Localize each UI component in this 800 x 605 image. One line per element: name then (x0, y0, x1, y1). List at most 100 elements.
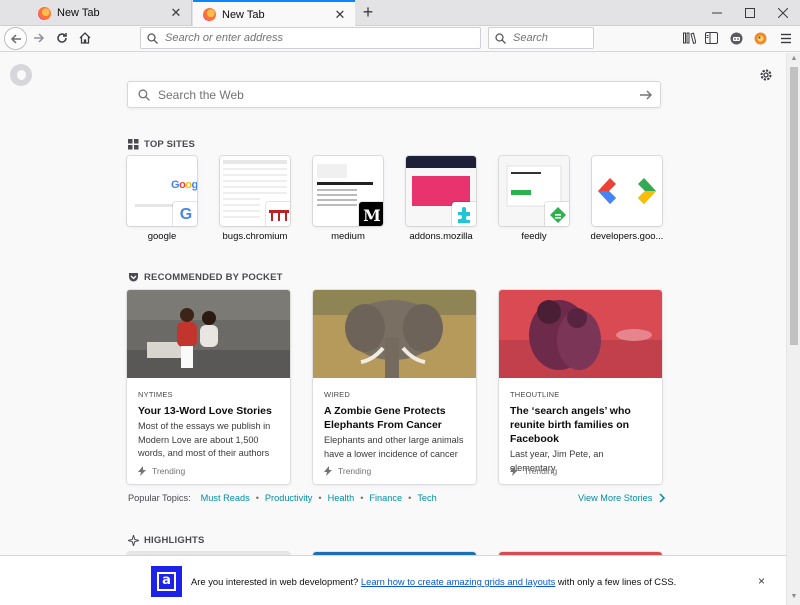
url-bar-placeholder: Search or enter address (165, 32, 284, 44)
reload-icon (57, 33, 67, 43)
topic-link[interactable]: Finance (369, 493, 402, 503)
popular-topics-label: Popular Topics: (128, 493, 191, 503)
new-tab-page: Search the Web TOP SITES Goog G google b… (0, 53, 786, 605)
grid-icon (128, 139, 139, 150)
search-icon (138, 88, 150, 101)
topic-separator: • (408, 493, 412, 503)
story-card[interactable]: NYTIMES Your 13-Word Love Stories Most o… (127, 290, 290, 484)
top-site-tile[interactable]: developers.goo... (591, 156, 663, 242)
forward-button[interactable] (28, 27, 50, 49)
window-close-button[interactable] (767, 0, 799, 26)
story-source: WIRED (324, 390, 350, 399)
top-site-label: medium (331, 231, 365, 242)
google-logo-icon: Goog (171, 179, 197, 191)
story-title: The ‘search angels’ who reunite birth fa… (510, 405, 631, 445)
story-context-label: Trending (152, 466, 186, 476)
tab-new-tab-2[interactable]: New Tab ✕ (193, 0, 355, 27)
pocket-icon (129, 273, 138, 282)
top-site-tile[interactable]: feedly (499, 156, 569, 242)
tab-title: New Tab (222, 8, 265, 21)
search-icon (147, 32, 158, 44)
google-badge: G (173, 202, 197, 226)
top-sites-heading: TOP SITES (128, 139, 195, 150)
top-site-tile[interactable]: addons.mozilla (406, 156, 476, 242)
maximize-icon (745, 8, 755, 18)
topic-separator: • (360, 493, 364, 503)
tab-close-icon[interactable]: ✕ (333, 7, 347, 22)
extension-2-button[interactable] (750, 28, 770, 48)
highlights-title: HIGHLIGHTS (144, 535, 205, 546)
search-bar[interactable]: Search (488, 27, 594, 49)
web-search-input[interactable]: Search the Web (127, 81, 661, 108)
tab-strip: New Tab ✕ New Tab ✕ + (0, 0, 800, 27)
top-site-tile[interactable]: M medium (313, 156, 383, 242)
top-sites-title: TOP SITES (144, 139, 196, 150)
web-search-placeholder: Search the Web (158, 87, 244, 102)
google-developers-icon (598, 178, 656, 204)
trending-bolt-icon (324, 466, 332, 476)
minimize-button[interactable] (701, 0, 733, 26)
top-site-label: developers.goo... (590, 231, 664, 242)
story-source: NYTIMES (138, 390, 173, 399)
top-site-thumbnail (406, 156, 476, 226)
reload-button[interactable] (51, 27, 73, 49)
vertical-scrollbar[interactable]: ▲ ▼ (786, 53, 800, 605)
top-site-label: addons.mozilla (409, 231, 473, 242)
top-site-thumbnail (499, 156, 569, 226)
trending-bolt-icon (510, 466, 518, 476)
story-context-label: Trending (524, 466, 558, 476)
firefox-favicon-icon (203, 8, 216, 21)
addons-badge (452, 202, 476, 226)
library-button[interactable] (679, 28, 699, 48)
tab-close-icon[interactable]: ✕ (169, 5, 183, 20)
extension-button[interactable] (726, 28, 746, 48)
home-button[interactable] (74, 27, 96, 49)
new-tab-button[interactable]: + (358, 3, 378, 23)
story-image (313, 290, 476, 378)
feedly-icon (550, 207, 566, 223)
highlights-sparkle-icon (128, 535, 139, 546)
story-card[interactable]: THEOUTLINE The ‘search angels’ who reuni… (499, 290, 662, 484)
view-more-stories-link[interactable]: View More Stories (578, 493, 666, 503)
firefox-logo-icon (10, 64, 32, 86)
scroll-down-icon[interactable]: ▼ (790, 593, 798, 601)
embrace-photo (499, 290, 662, 378)
medium-badge: M (359, 202, 383, 226)
snippet-link[interactable]: Learn how to create amazing grids and la… (361, 576, 555, 587)
story-card[interactable]: WIRED A Zombie Gene Protects Elephants F… (313, 290, 476, 484)
story-title: Your 13-Word Love Stories (138, 405, 272, 417)
top-site-tile[interactable]: bugs.chromium (220, 156, 290, 242)
story-context: Trending (324, 466, 371, 476)
arrow-right-icon[interactable] (638, 87, 654, 103)
top-site-tile[interactable]: Goog G google (127, 156, 197, 242)
search-icon (495, 32, 506, 44)
topic-link[interactable]: Health (328, 493, 355, 503)
topic-link[interactable]: Must Reads (201, 493, 250, 503)
story-context: Trending (138, 466, 185, 476)
top-site-thumbnail: M (313, 156, 383, 226)
google-g-icon: G (179, 206, 193, 223)
scroll-up-icon[interactable]: ▲ (790, 55, 798, 63)
menu-button[interactable] (776, 28, 796, 48)
maximize-button[interactable] (734, 0, 766, 26)
medium-m-icon: M (363, 205, 381, 225)
extension-icon (730, 32, 742, 44)
feedly-badge (545, 202, 569, 226)
snippet-close-button[interactable]: × (758, 574, 765, 588)
topic-link[interactable]: Tech (417, 493, 436, 503)
story-excerpt: Elephants and other large animals have a… (324, 435, 464, 459)
story-source: THEOUTLINE (510, 390, 560, 399)
url-bar[interactable]: Search or enter address (140, 27, 481, 49)
story-context: Trending (510, 466, 557, 476)
gear-icon[interactable] (758, 67, 774, 83)
story-image (127, 290, 290, 378)
snippet-text-before: Are you interested in web development? (191, 576, 359, 587)
extension-2-icon (754, 32, 766, 44)
scrollbar-thumb[interactable] (790, 67, 798, 345)
topic-link[interactable]: Productivity (265, 493, 313, 503)
back-button[interactable] (4, 27, 27, 50)
sidebar-button[interactable] (701, 28, 721, 48)
story-context-label: Trending (338, 466, 372, 476)
tab-new-tab-1[interactable]: New Tab ✕ (28, 0, 192, 26)
puzzle-icon (458, 207, 470, 223)
